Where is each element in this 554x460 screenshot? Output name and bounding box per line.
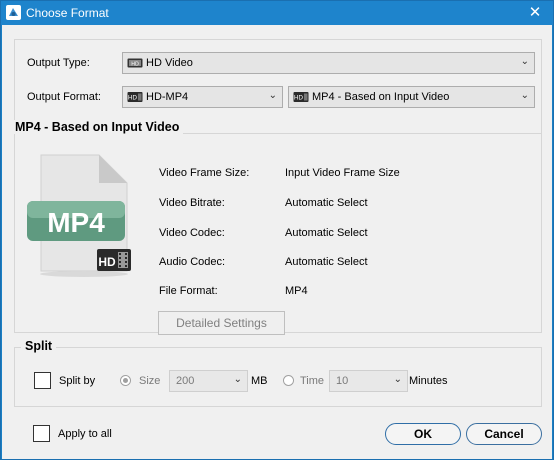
- apply-to-all-checkbox[interactable]: [33, 425, 50, 442]
- time-radio[interactable]: [283, 375, 294, 386]
- time-unit-label: Minutes: [409, 375, 448, 387]
- size-radio[interactable]: [120, 375, 131, 386]
- split-group: Split Split by Size 200 ⌄ MB Time 10 ⌄ M…: [14, 339, 542, 407]
- size-unit-label: MB: [251, 375, 268, 387]
- video-bitrate-label: Video Bitrate:: [159, 197, 225, 209]
- output-type-value: HD Video: [146, 57, 193, 69]
- hd-format-icon: HD: [293, 91, 309, 103]
- size-radio-label: Size: [139, 375, 161, 387]
- audio-codec-label: Audio Codec:: [159, 256, 226, 268]
- size-value: 200: [176, 375, 195, 387]
- cancel-button[interactable]: Cancel: [466, 423, 542, 445]
- title-bar[interactable]: Choose Format ✕: [1, 1, 553, 25]
- output-format-value: MP4 - Based on Input Video: [312, 91, 450, 103]
- output-format-category-select[interactable]: HD HD-MP4 ⌄: [122, 86, 283, 108]
- video-frame-size-label: Video Frame Size:: [159, 167, 250, 179]
- apply-to-all-label: Apply to all: [58, 428, 112, 440]
- close-button[interactable]: ✕: [527, 5, 543, 21]
- chevron-down-icon: ⌄: [393, 374, 402, 385]
- time-select[interactable]: 10 ⌄: [329, 370, 408, 392]
- audio-codec-value: Automatic Select: [285, 256, 368, 268]
- chevron-down-icon: ⌄: [520, 90, 529, 101]
- detailed-settings-button[interactable]: Detailed Settings: [158, 311, 285, 335]
- svg-text:MP4: MP4: [47, 207, 105, 238]
- size-select[interactable]: 200 ⌄: [169, 370, 248, 392]
- chevron-down-icon: ⌄: [520, 56, 529, 67]
- split-title: Split: [21, 339, 57, 353]
- output-type-select[interactable]: HD HD Video ⌄: [122, 52, 535, 74]
- ok-button[interactable]: OK: [385, 423, 461, 445]
- svg-text:HD: HD: [128, 95, 138, 102]
- svg-text:HD: HD: [98, 255, 116, 269]
- svg-text:HD: HD: [131, 61, 139, 67]
- split-by-label: Split by: [59, 375, 96, 387]
- profile-title: MP4 - Based on Input Video: [11, 120, 184, 134]
- time-value: 10: [336, 375, 349, 387]
- output-type-label: Output Type:: [27, 57, 90, 69]
- time-radio-label: Time: [300, 375, 325, 387]
- dialog-body: Output Type: HD HD Video ⌄ Output Format…: [2, 25, 552, 459]
- video-bitrate-value: Automatic Select: [285, 197, 368, 209]
- format-group: Output Type: HD HD Video ⌄ Output Format…: [11, 39, 542, 335]
- video-frame-size-value: Input Video Frame Size: [285, 167, 400, 179]
- mp4-format-thumbnail: MP4 HD: [27, 153, 145, 279]
- split-by-checkbox[interactable]: [34, 372, 51, 389]
- window-title: Choose Format: [26, 6, 109, 20]
- output-format-category-value: HD-MP4: [146, 91, 189, 103]
- svg-text:HD: HD: [294, 95, 304, 102]
- chevron-down-icon: ⌄: [233, 374, 242, 385]
- chevron-down-icon: ⌄: [268, 90, 277, 101]
- hd-format-icon: HD: [127, 91, 143, 103]
- app-icon: [6, 5, 21, 20]
- hd-video-icon: HD: [127, 57, 143, 69]
- file-format-label: File Format:: [159, 285, 218, 297]
- video-codec-value: Automatic Select: [285, 227, 368, 239]
- file-format-value: MP4: [285, 285, 308, 297]
- video-codec-label: Video Codec:: [159, 227, 225, 239]
- output-format-label: Output Format:: [27, 91, 101, 103]
- choose-format-dialog: Choose Format ✕ Output Type: HD HD Video…: [0, 0, 554, 460]
- output-format-select[interactable]: HD MP4 - Based on Input Video ⌄: [288, 86, 535, 108]
